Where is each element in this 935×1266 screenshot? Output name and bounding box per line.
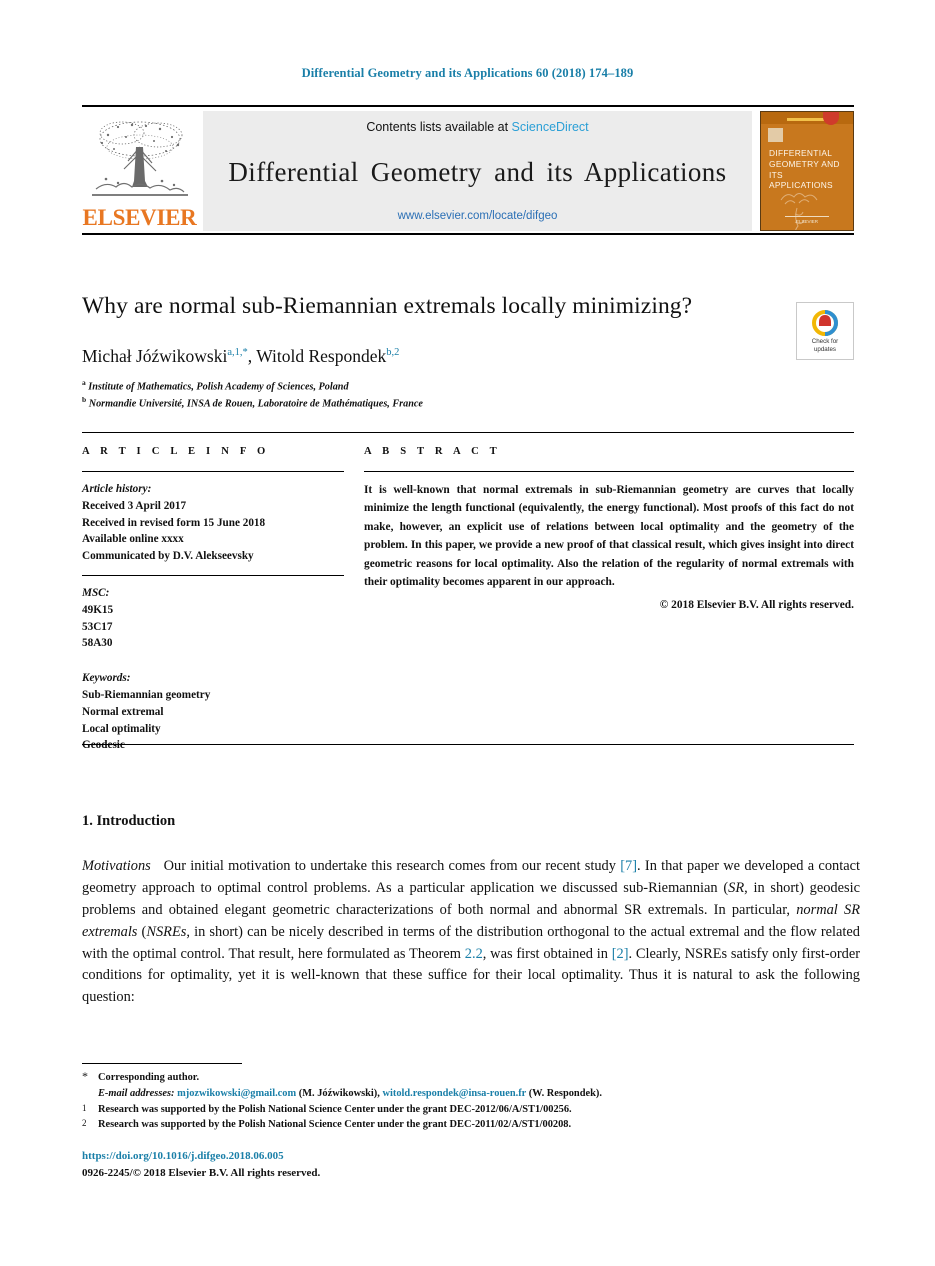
info-abstract-columns: A R T I C L E I N F O Article history: R… (82, 446, 854, 764)
footnote-1-text: Research was supported by the Polish Nat… (98, 1103, 572, 1115)
title-block: Why are normal sub-Riemannian extremals … (82, 292, 854, 413)
doi-footer: https://doi.org/10.1016/j.difgeo.2018.06… (82, 1148, 682, 1181)
citation-2[interactable]: [2] (612, 946, 629, 962)
nsre-abbrev: NSREs (146, 923, 187, 940)
footnote-grant-2: 2 Research was supported by the Polish N… (82, 1117, 860, 1133)
article-info-column: A R T I C L E I N F O Article history: R… (82, 446, 344, 764)
affiliation-b-text: Normandie Université, INSA de Rouen, Lab… (88, 398, 423, 410)
contents-prefix: Contents lists available at (366, 120, 512, 134)
introduction-section: 1. Introduction Motivations Our initial … (82, 813, 860, 1009)
introduction-heading: 1. Introduction (82, 813, 176, 829)
footnote-email-spacer (82, 1086, 98, 1102)
author-marks-1: a,1,* (227, 347, 248, 359)
msc-label: MSC: (82, 586, 110, 599)
footnote-grant-1: 1 Research was supported by the Polish N… (82, 1102, 860, 1118)
keyword-2: Normal extremal (82, 705, 164, 718)
email-owner-2: (W. Respondek). (528, 1087, 602, 1099)
keywords-group: Keywords: Sub-Riemannian geometry Normal… (82, 670, 344, 754)
footnotes-block: * Corresponding author. E-mail addresses… (82, 1069, 860, 1133)
affiliation-b-mark: b (82, 395, 87, 405)
doi-link[interactable]: https://doi.org/10.1016/j.difgeo.2018.06… (82, 1148, 682, 1165)
msc-group: MSC: 49K15 53C17 58A30 (82, 585, 344, 652)
info-bottom-rule (82, 744, 854, 745)
affiliation-a-mark: a (82, 378, 86, 388)
author-marks-2: b,2 (386, 347, 400, 359)
article-info-heading: A R T I C L E I N F O (82, 446, 270, 457)
footnote-2-text: Research was supported by the Polish Nat… (98, 1119, 572, 1131)
issn-copyright-line: 0926-2245/© 2018 Elsevier B.V. All right… (82, 1166, 321, 1179)
history-revised: Received in revised form 15 June 2018 (82, 516, 266, 529)
affiliation-a-text: Institute of Mathematics, Polish Academy… (88, 381, 349, 393)
footnote-star-mark: * (82, 1069, 88, 1083)
affiliation-a: a Institute of Mathematics, Polish Acade… (82, 378, 854, 395)
msc-code-3: 58A30 (82, 637, 113, 650)
sciencedirect-link[interactable]: ScienceDirect (512, 120, 589, 134)
journal-cover-thumbnail: DIFFERENTIAL GEOMETRY AND ITS APPLICATIO… (760, 111, 854, 231)
sr-abbrev: SR (728, 879, 745, 896)
footnote-emails: E-mail addresses: mjozwikowski@gmail.com… (82, 1086, 860, 1102)
motivations-lead: Motivations (82, 858, 151, 874)
msc-code-1: 49K15 (82, 603, 114, 616)
cover-artwork-icon (780, 193, 818, 230)
journal-url-link[interactable]: www.elsevier.com/locate/difgeo (398, 210, 558, 222)
citation-7[interactable]: [7] (620, 858, 637, 874)
abstract-copyright: © 2018 Elsevier B.V. All rights reserved… (659, 598, 854, 611)
cover-footer-text: ELSEVIER (795, 219, 818, 224)
theorem-link-2-2[interactable]: 2.2 (465, 946, 483, 962)
running-head: Differential Geometry and its Applicatio… (301, 66, 634, 80)
abstract-heading: A B S T R A C T (364, 446, 501, 457)
footnote-corresponding: * Corresponding author. (82, 1069, 860, 1086)
keyword-1: Sub-Riemannian geometry (82, 688, 211, 701)
keywords-label: Keywords: (82, 672, 131, 685)
footnote-2-mark: 2 (82, 1118, 87, 1129)
elsevier-logo: ELSEVIER (82, 111, 197, 231)
author-list: Michał Jóźwikowskia,1,*, Witold Responde… (82, 346, 854, 367)
author-name-2: Witold Respondek (256, 346, 387, 367)
abstract-column: A B S T R A C T It is well-known that no… (364, 446, 854, 764)
history-online: Available online xxxx (82, 533, 184, 546)
email-link-1[interactable]: mjozwikowski@gmail.com (177, 1088, 296, 1099)
email-label: E-mail addresses: (98, 1087, 175, 1099)
journal-title: Differential Geometry and its Applicatio… (228, 156, 727, 187)
affiliation-b: b Normandie Université, INSA de Rouen, L… (82, 395, 854, 412)
intro-text-f: , was first obtained in (482, 945, 612, 962)
crossmark-badge[interactable]: Check for updates (796, 302, 854, 360)
email-addresses-line: E-mail addresses: mjozwikowski@gmail.com… (98, 1086, 860, 1102)
keyword-4: Geodesic (82, 739, 125, 752)
cover-title: DIFFERENTIAL GEOMETRY AND ITS APPLICATIO… (769, 148, 840, 191)
footnote-1-mark: 1 (82, 1102, 87, 1113)
msc-code-2: 53C17 (82, 620, 113, 633)
keyword-3: Local optimality (82, 722, 161, 735)
footnote-rule (82, 1063, 242, 1064)
journal-masthead: ELSEVIER Contents lists available at Sci… (82, 105, 854, 231)
info-divider (82, 471, 344, 472)
email-link-2[interactable]: witold.respondek@insa-rouen.fr (382, 1088, 526, 1099)
page-title: Why are normal sub-Riemannian extremals … (82, 293, 693, 319)
author-separator: , (247, 346, 257, 367)
crossmark-icon (812, 310, 838, 337)
cover-footer: ELSEVIER (761, 216, 853, 224)
crossmark-label: Check for updates (811, 338, 839, 353)
abstract-text: It is well-known that normal extremals i… (364, 484, 854, 589)
affiliations: a Institute of Mathematics, Polish Acade… (82, 378, 854, 412)
author-name-1: Michał Jóźwikowski (82, 346, 228, 367)
sciencedirect-banner: Contents lists available at ScienceDirec… (203, 111, 752, 231)
abstract-divider (364, 471, 854, 472)
elsevier-wordmark: ELSEVIER (82, 205, 197, 230)
info-top-rule (82, 432, 854, 433)
history-communicated: Communicated by D.V. Alekseevsky (82, 550, 254, 563)
history-label: Article history: (82, 483, 152, 495)
history-received: Received 3 April 2017 (82, 499, 187, 512)
masthead-bottom-rule (82, 233, 854, 235)
paper-page: Differential Geometry and its Applicatio… (0, 0, 935, 1266)
intro-text-a: Our initial motivation to undertake this… (163, 858, 621, 874)
msc-divider (82, 574, 344, 576)
email-owner-1: (M. Jóźwikowski) (298, 1087, 378, 1099)
contents-line: Contents lists available at ScienceDirec… (366, 120, 588, 134)
footnote-star-text: Corresponding author. (98, 1072, 200, 1083)
introduction-paragraph: Motivations Our initial motivation to un… (82, 856, 860, 1009)
elsevier-tree-icon (91, 121, 188, 196)
article-history: Article history: Received 3 April 2017 R… (82, 481, 344, 565)
